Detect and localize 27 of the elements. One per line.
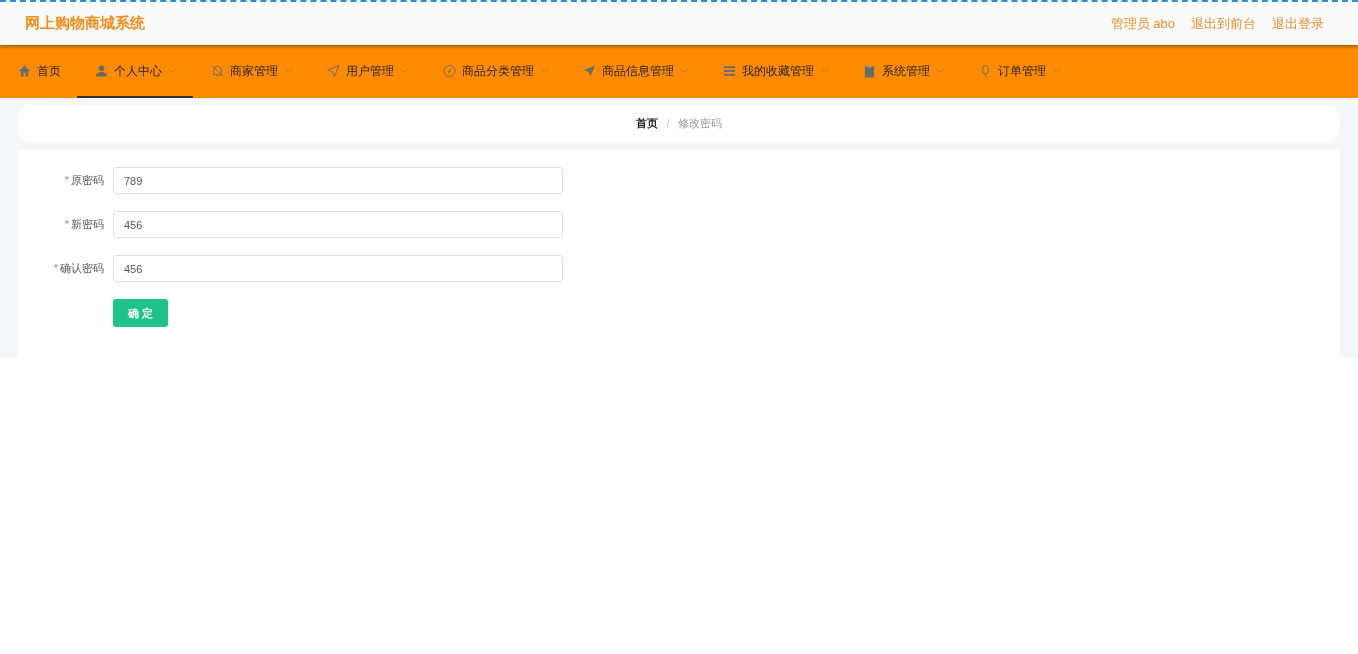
nav-tab[interactable]: 商家管理 bbox=[193, 45, 309, 98]
send-icon bbox=[583, 63, 596, 78]
field-label: * 原密码 bbox=[63, 173, 105, 189]
field-label: * 新密码 bbox=[63, 217, 105, 233]
clipboard-icon bbox=[863, 63, 876, 78]
send-icon bbox=[327, 63, 340, 78]
nav-tab[interactable]: 订单管理 bbox=[961, 45, 1077, 98]
compass-icon bbox=[443, 63, 456, 78]
field-label: * 确认密码 bbox=[52, 261, 105, 277]
app-title: 网上购物商城系统 bbox=[25, 13, 145, 34]
user-icon bbox=[95, 63, 108, 78]
password-field[interactable]: 456 bbox=[113, 211, 563, 238]
nav-tab[interactable]: 商品分类管理 bbox=[425, 45, 565, 98]
nav-tab[interactable]: 首页 bbox=[0, 45, 77, 98]
breadcrumb-item[interactable]: 首页 bbox=[636, 115, 659, 132]
password-field[interactable]: 789 bbox=[113, 167, 563, 194]
breadcrumb-separator: / bbox=[666, 116, 670, 132]
password-field[interactable]: 456 bbox=[113, 255, 563, 282]
nav-tab[interactable]: 系统管理 bbox=[845, 45, 961, 98]
breadcrumb-item: 修改密码 bbox=[677, 116, 722, 132]
home-icon bbox=[18, 63, 31, 78]
list-icon bbox=[723, 63, 736, 78]
bell-slash-icon bbox=[211, 63, 224, 78]
nav-tab[interactable]: 商品信息管理 bbox=[565, 45, 705, 98]
nav-tab[interactable]: 我的收藏管理 bbox=[705, 45, 845, 98]
microphone-icon bbox=[979, 63, 992, 78]
nav-tab[interactable]: 用户管理 bbox=[309, 45, 425, 98]
